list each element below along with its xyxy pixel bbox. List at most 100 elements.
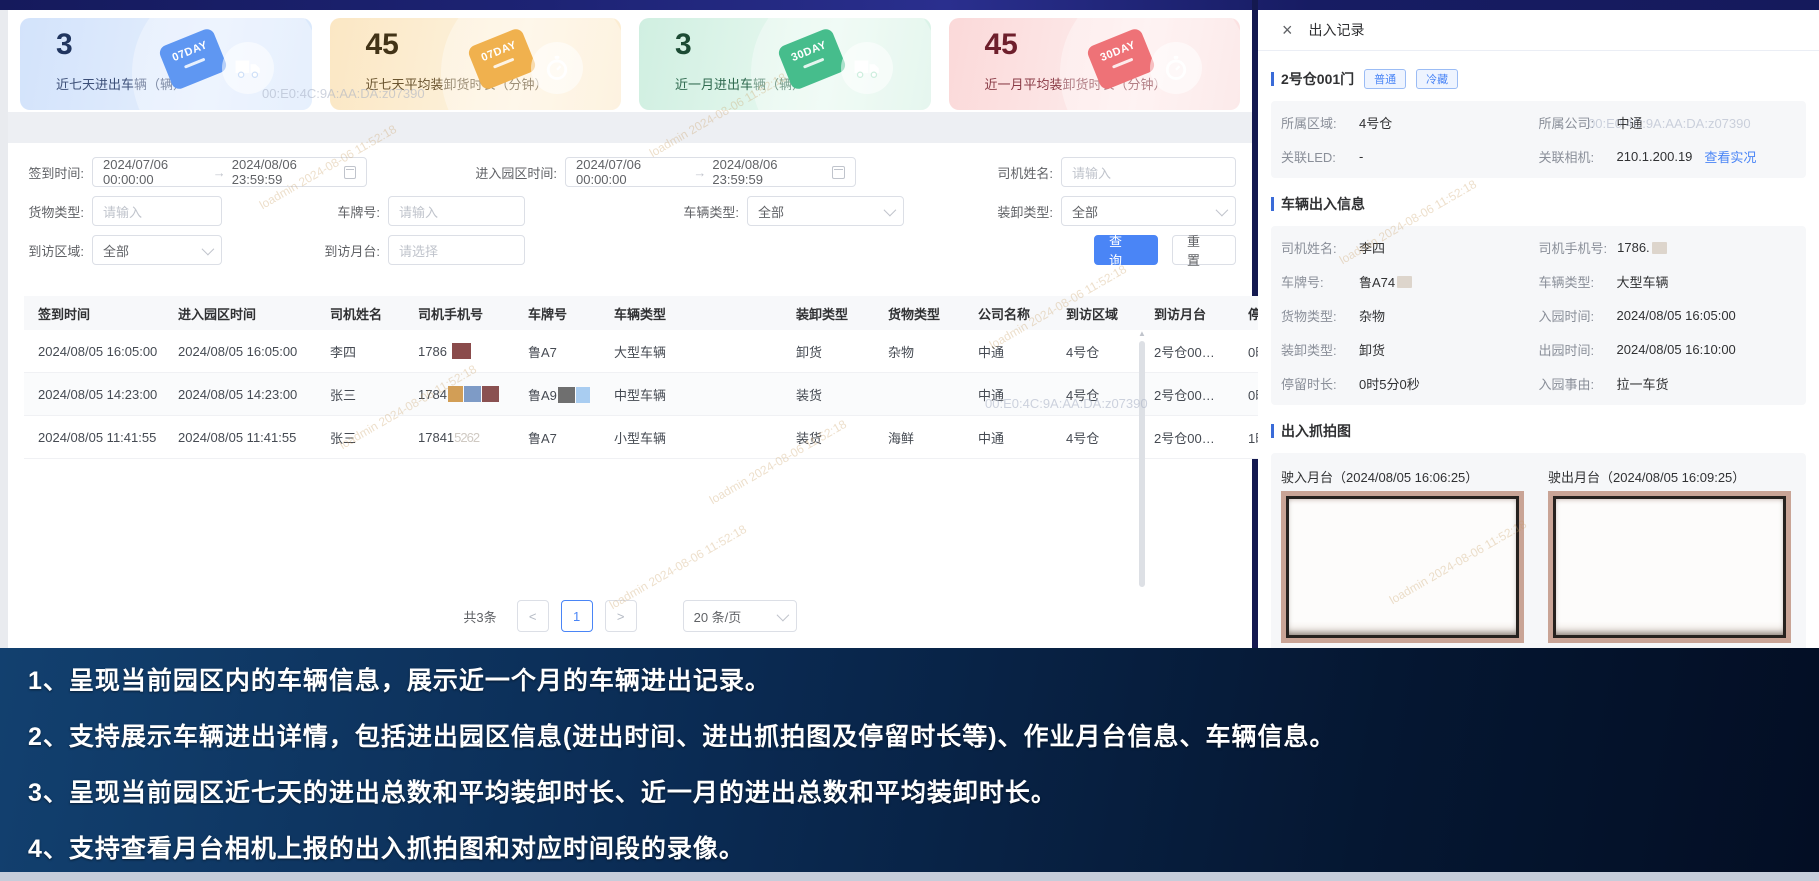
info-item: 所属公司: 中通 xyxy=(1539,113,1797,132)
driver-name-label: 司机姓名: xyxy=(997,165,1053,181)
table-cell: 2号仓00… xyxy=(1140,372,1234,416)
load-type-label: 装卸类型: xyxy=(997,204,1053,220)
30day-badge-icon: 30DAY xyxy=(775,26,848,92)
input-placeholder: 请输入 xyxy=(103,204,143,220)
info-item: 司机姓名: 李四 xyxy=(1281,238,1539,257)
next-page-button[interactable]: > xyxy=(604,600,637,632)
filter-row-1: 签到时间: 2024/07/06 00:00:00 → 2024/08/06 2… xyxy=(18,157,1236,187)
select-value: 全部 xyxy=(758,204,785,220)
calendar-icon xyxy=(343,165,356,179)
stat-cards-row: 3 近七天进出车辆（辆） 07DAY 45 近七天平均装卸货时长（分钟） 07D… xyxy=(20,18,1240,110)
card-icon-cluster: 30DAY xyxy=(775,26,893,102)
table-cell: 2号仓00… xyxy=(1140,415,1234,459)
info-value: 2024/08/05 16:05:00 xyxy=(1616,308,1736,323)
info-value: 2024/08/05 16:10:00 xyxy=(1616,342,1736,357)
prev-page-button[interactable]: < xyxy=(516,600,549,632)
records-table: 签到时间 进入园区时间 司机姓名 司机手机号 车牌号 车辆类型 装卸类型 货物类型 公司名称 到访… xyxy=(24,296,1422,459)
entry-snapshot-image[interactable] xyxy=(1286,496,1519,638)
info-label: 司机姓名: xyxy=(1281,241,1337,256)
vehicle-type-label: 车辆类型: xyxy=(683,204,739,220)
page-size-select[interactable]: 20 条/页 xyxy=(682,600,797,632)
panel-body: 2号仓001门 普通 冷藏 所属区域: 4号仓 所属公司: 中通 关联LED: - 关联相机… xyxy=(1258,51,1819,654)
table-scrollbar[interactable]: ▲ xyxy=(1138,330,1146,598)
table-cell: 杂物 xyxy=(874,330,964,373)
info-item: 关联相机: 210.1.200.19 查看实况 xyxy=(1539,147,1797,166)
table-cell: 鲁A7 xyxy=(514,330,600,373)
redaction-block xyxy=(575,386,590,403)
info-item: 出园时间: 2024/08/05 16:10:00 xyxy=(1539,340,1797,359)
reset-button[interactable]: 重 置 xyxy=(1172,234,1236,268)
tag-normal: 普通 xyxy=(1364,69,1407,89)
view-live-link[interactable]: 查看实况 xyxy=(1704,147,1756,166)
column-header: 司机手机号 xyxy=(404,296,514,330)
section-bar xyxy=(1271,424,1274,438)
range-arrow-icon: → xyxy=(693,164,707,180)
truck-icon xyxy=(840,42,893,94)
section-text: 出入抓拍图 xyxy=(1281,423,1351,439)
info-item: 入园时间: 2024/08/05 16:05:00 xyxy=(1539,306,1797,325)
visit-area-select[interactable]: 全部 xyxy=(92,235,222,265)
table-cell: 178415262 xyxy=(404,415,514,459)
cargo-type-label: 货物类型: xyxy=(28,204,84,220)
info-item: 停留时长: 0时5分0秒 xyxy=(1281,374,1539,393)
visit-dock-select[interactable]: 请选择 xyxy=(388,235,525,265)
column-header: 车牌号 xyxy=(514,296,600,330)
info-value: - xyxy=(1359,149,1364,164)
table-cell: 中型车辆 xyxy=(600,372,782,416)
table-body: 2024/08/05 16:05:00 2024/08/05 16:05:00 李四… xyxy=(24,330,1422,459)
info-label: 所属公司: xyxy=(1538,116,1595,131)
dock-info-box: 所属区域: 4号仓 所属公司: 中通 关联LED: - 关联相机: 210.1.200.19 查… xyxy=(1271,101,1806,178)
redaction-block xyxy=(463,386,481,402)
driver-name-input[interactable]: 请输入 xyxy=(1061,157,1236,187)
note-line: 3、呈现当前园区近七天的进出总数和平均装卸时长、近一月的进出总数和平均装卸时长。 xyxy=(28,779,1057,807)
snapshot-caption: 驶入月台（2024/08/05 16:06:25） xyxy=(1281,470,1479,485)
plate-number-input[interactable]: 请输入 xyxy=(388,196,525,226)
info-item: 车辆类型: 大型车辆 xyxy=(1539,272,1797,291)
30day-badge-icon: 30DAY xyxy=(1085,26,1157,92)
dock-name: 2号仓001门 xyxy=(1281,71,1355,87)
cargo-type-input[interactable]: 请输入 xyxy=(92,196,222,226)
filter-form: 签到时间: 2024/07/06 00:00:00 → 2024/08/06 2… xyxy=(8,143,1252,274)
info-label: 入园事由: xyxy=(1538,377,1595,392)
table-cell: 2024/08/05 14:23:00 xyxy=(164,372,316,416)
close-icon[interactable]: × xyxy=(1282,21,1293,39)
info-value: 拉一车货 xyxy=(1616,377,1669,392)
note-line: 1、呈现当前园区内的车辆信息，展示近一个月的车辆进出记录。 xyxy=(28,667,771,695)
range-end-value: 2024/08/06 23:59:59 xyxy=(712,157,778,187)
table-cell: 鲁A7 xyxy=(514,415,600,459)
snapshot-box: 驶入月台（2024/08/05 16:06:25） 驶出月台（2024/08/0… xyxy=(1271,453,1806,654)
stat-card-month-duration: 45 近一月平均装卸货时长（分钟） 30DAY xyxy=(948,18,1240,110)
stopwatch-icon xyxy=(531,42,583,94)
info-label: 车辆类型: xyxy=(1538,275,1595,290)
entry-time-label: 进入园区时间: xyxy=(475,165,557,181)
info-label: 货物类型: xyxy=(1281,309,1337,324)
table-cell: 4号仓 xyxy=(1052,330,1140,373)
info-value: 4号仓 xyxy=(1359,116,1393,131)
main-content: 3 近七天进出车辆（辆） 07DAY 45 近七天平均装卸货时长（分钟） 07D… xyxy=(8,10,1422,648)
stat-card-week-vehicles: 3 近七天进出车辆（辆） 07DAY xyxy=(20,18,312,110)
exit-snapshot-image[interactable] xyxy=(1553,496,1786,638)
table-cell: 卸货 xyxy=(782,330,874,373)
info-label: 车牌号: xyxy=(1281,275,1324,290)
info-value: 李四 xyxy=(1359,241,1386,256)
search-button[interactable]: 查 询 xyxy=(1094,234,1158,268)
table-cell: 中通 xyxy=(964,415,1052,459)
load-type-select[interactable]: 全部 xyxy=(1061,196,1236,226)
info-label: 装卸类型: xyxy=(1281,343,1337,358)
records-table-wrap: 签到时间 进入园区时间 司机姓名 司机手机号 车牌号 车辆类型 装卸类型 货物类型 公司名称 到访… xyxy=(24,296,1422,459)
panel-title: 出入记录 xyxy=(1308,22,1365,38)
signin-time-range[interactable]: 2024/07/06 00:00:00 → 2024/08/06 23:59:5… xyxy=(92,157,367,187)
vehicle-type-select[interactable]: 全部 xyxy=(747,196,904,226)
snapshot-exit: 驶出月台（2024/08/05 16:09:25） xyxy=(1548,467,1795,638)
stopwatch-icon xyxy=(1150,42,1202,94)
column-header: 车辆类型 xyxy=(600,296,782,330)
column-header: 进入园区时间 xyxy=(164,296,316,330)
truck-icon xyxy=(221,42,274,94)
column-header: 公司名称 xyxy=(964,296,1052,330)
scrollbar-thumb[interactable] xyxy=(1139,341,1145,587)
entry-time-range[interactable]: 2024/07/06 00:00:00 → 2024/08/06 23:59:5… xyxy=(565,157,856,187)
scroll-up-icon[interactable]: ▲ xyxy=(1138,330,1146,338)
info-label: 停留时长: xyxy=(1281,377,1337,392)
info-value: 卸货 xyxy=(1359,343,1386,358)
page-1-button[interactable]: 1 xyxy=(560,600,593,632)
